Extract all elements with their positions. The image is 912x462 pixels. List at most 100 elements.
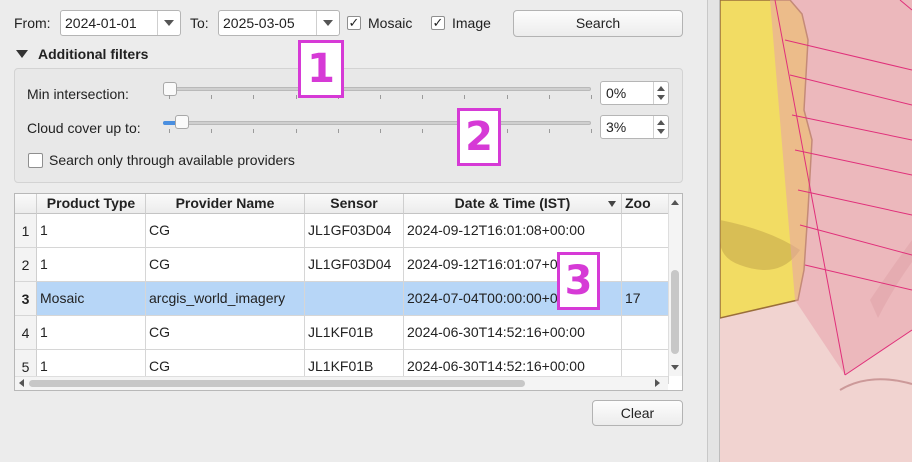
cell-datetime: 2024-06-30T14:52:16+00:00 [404,316,622,349]
providers-only-checkbox[interactable] [28,153,43,168]
table-horizontal-scrollbar[interactable] [15,376,668,390]
slider-tick [506,95,508,99]
cell-product: Mosaic [37,282,146,315]
slider-tick [253,95,255,99]
row-header[interactable]: 4 [15,316,37,350]
row-header[interactable]: 3 [15,282,37,316]
additional-filters-title[interactable]: Additional filters [38,46,148,62]
slider-tick [169,95,170,99]
slider-tick [169,129,170,133]
image-checkbox[interactable]: ✓ [431,16,445,30]
table-vertical-scrollbar[interactable] [668,194,682,376]
cloud-cover-stepper[interactable] [653,116,668,138]
from-date-combo[interactable]: 2024-01-01 [60,10,181,36]
vertical-scroll-thumb[interactable] [671,270,679,354]
cell-provider: CG [146,214,305,247]
table-row[interactable]: 1 CG JL1KF01B 2024-06-30T14:52:16+00:00 [37,316,669,350]
slider-tick [211,129,213,133]
cloud-cover-slider-track[interactable] [163,121,591,125]
step-down-icon[interactable] [657,129,665,134]
chevron-down-icon [164,20,174,26]
min-intersection-slider-handle[interactable] [163,82,177,96]
scroll-up-icon[interactable] [671,200,679,205]
to-date-value: 2025-03-05 [223,15,295,31]
horizontal-scroll-thumb[interactable] [29,380,525,387]
min-intersection-value: 0% [606,85,627,101]
corner-header[interactable] [15,194,37,214]
slider-tick [422,129,424,133]
cell-zoom [622,214,669,247]
callout-2: 2 [457,108,501,166]
cell-sensor: JL1GF03D04 [305,214,404,247]
cell-sensor [305,282,404,315]
search-button[interactable]: Search [513,10,683,37]
map-canvas[interactable] [720,0,912,462]
cell-zoom [622,316,669,349]
cell-sensor: JL1GF03D04 [305,248,404,281]
min-intersection-spinbox[interactable]: 0% [600,81,669,105]
image-label: Image [452,15,491,31]
step-down-icon[interactable] [657,95,665,100]
slider-tick [295,95,297,99]
from-label: From: [14,15,51,31]
slider-tick [380,95,381,99]
column-header-date-time[interactable]: Date & Time (IST) [404,194,622,214]
additional-filters-group: Min intersection: 0% Cloud cover up to: … [14,68,683,183]
cloud-cover-label: Cloud cover up to: [27,120,141,136]
search-panel: From: 2024-01-01 To: 2025-03-05 ✓ Mosaic… [0,0,707,462]
callout-1: 1 [298,40,344,98]
cell-product: 1 [37,316,146,349]
slider-tick [380,129,381,133]
column-header-product-type[interactable]: Product Type [37,194,146,214]
slider-tick [548,95,550,99]
map-svg [720,0,912,462]
cell-zoom [622,248,669,281]
cloud-cover-value: 3% [606,119,627,135]
cloud-cover-slider-handle[interactable] [175,115,190,129]
to-date-dropdown-button[interactable] [316,11,339,35]
table-row[interactable]: 1 CG JL1GF03D04 2024-09-12T16:01:08+00:00 [37,214,669,248]
slider-tick [591,129,592,133]
clear-button[interactable]: Clear [592,400,683,426]
cell-sensor: JL1KF01B [305,316,404,349]
to-date-combo[interactable]: 2025-03-05 [218,10,340,36]
min-intersection-slider-track[interactable] [163,87,591,91]
row-header[interactable]: 2 [15,248,37,282]
slider-tick [464,95,466,99]
step-up-icon[interactable] [657,86,665,91]
slider-tick [591,95,592,99]
cell-provider: CG [146,248,305,281]
step-up-icon[interactable] [657,120,665,125]
mosaic-checkbox[interactable]: ✓ [347,16,361,30]
cell-datetime: 2024-09-12T16:01:08+00:00 [404,214,622,247]
slider-tick [548,129,550,133]
cell-zoom: 17 [622,282,669,315]
cell-provider: arcgis_world_imagery [146,282,305,315]
sort-descending-icon [608,201,616,207]
column-header-zoom[interactable]: Zoo [622,194,669,214]
row-header[interactable]: 1 [15,214,37,248]
scroll-right-icon[interactable] [655,379,660,387]
slider-tick [211,95,213,99]
column-header-provider-name[interactable]: Provider Name [146,194,305,214]
panel-splitter[interactable] [707,0,720,462]
min-intersection-stepper[interactable] [653,82,668,104]
scroll-left-icon[interactable] [19,379,24,387]
cloud-cover-spinbox[interactable]: 3% [600,115,669,139]
cell-provider: CG [146,316,305,349]
slider-tick [506,129,508,133]
from-date-dropdown-button[interactable] [157,11,180,35]
cell-product: 1 [37,248,146,281]
callout-3: 3 [557,252,600,310]
column-header-sensor[interactable]: Sensor [305,194,404,214]
scroll-down-icon[interactable] [671,365,679,370]
collapse-triangle-icon[interactable] [16,50,28,58]
column-header-date-time-label: Date & Time (IST) [454,195,571,211]
to-label: To: [190,15,209,31]
slider-tick [253,129,255,133]
slider-tick [295,129,297,133]
slider-tick [422,95,424,99]
providers-only-label: Search only through available providers [49,152,295,168]
min-intersection-label: Min intersection: [27,86,129,102]
from-date-value: 2024-01-01 [65,15,137,31]
